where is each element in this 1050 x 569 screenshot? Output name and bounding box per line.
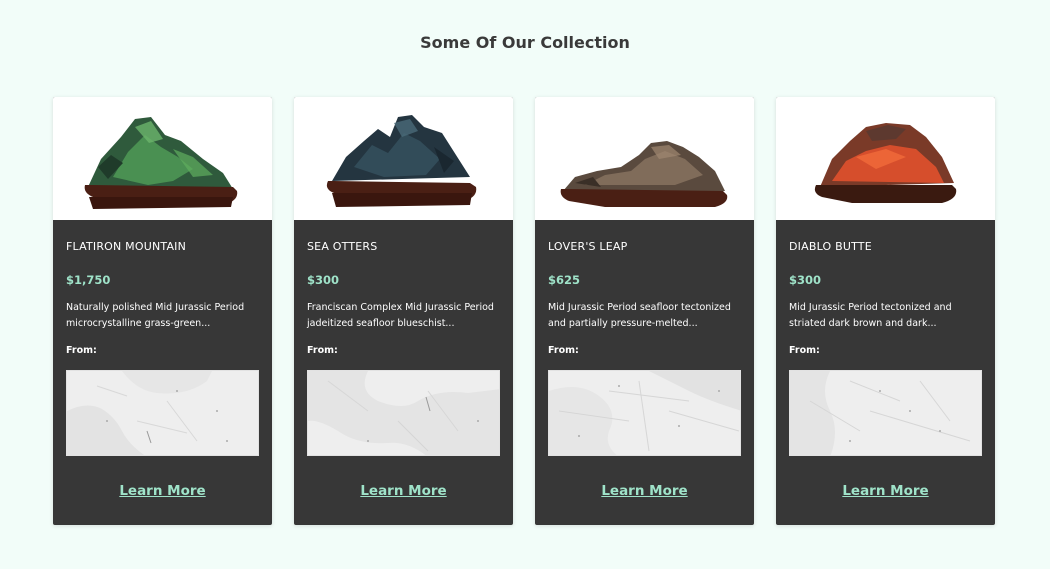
- product-image: [53, 97, 272, 220]
- origin-label: From:: [789, 345, 820, 356]
- product-description: Mid Jurassic Period tectonized and stria…: [789, 302, 952, 329]
- learn-more-link[interactable]: Learn More: [535, 483, 754, 499]
- origin-label: From:: [307, 345, 338, 356]
- origin-label: From:: [66, 345, 97, 356]
- origin-map[interactable]: [548, 370, 741, 456]
- product-image: [535, 97, 754, 220]
- product-image: [294, 97, 513, 220]
- product-name: DIABLO BUTTE: [789, 240, 872, 253]
- origin-label: From:: [548, 345, 579, 356]
- product-price: $625: [548, 273, 581, 287]
- learn-more-link[interactable]: Learn More: [294, 483, 513, 499]
- product-price: $300: [307, 273, 340, 287]
- product-description: Naturally polished Mid Jurassic Period m…: [66, 302, 245, 329]
- product-description: Mid Jurassic Period seafloor tectonized …: [548, 302, 731, 329]
- product-name: FLATIRON MOUNTAIN: [66, 240, 187, 253]
- product-name: LOVER'S LEAP: [548, 240, 628, 253]
- origin-map[interactable]: [307, 370, 500, 456]
- card-grid: FLATIRON MOUNTAIN $1,750 Naturally polis…: [53, 97, 995, 525]
- product-price: $1,750: [66, 273, 111, 287]
- origin-map[interactable]: [789, 370, 982, 456]
- product-card: LOVER'S LEAP $625 Mid Jurassic Period se…: [535, 97, 754, 525]
- product-card: DIABLO BUTTE $300 Mid Jurassic Period te…: [776, 97, 995, 525]
- product-image: [776, 97, 995, 220]
- product-description: Franciscan Complex Mid Jurassic Period j…: [307, 302, 494, 329]
- section-title: Some Of Our Collection: [420, 33, 630, 52]
- learn-more-link[interactable]: Learn More: [53, 483, 272, 499]
- collection-page: Some Of Our Collection FLATIRON MOUNTAIN…: [0, 0, 1050, 569]
- learn-more-link[interactable]: Learn More: [776, 483, 995, 499]
- product-price: $300: [789, 273, 822, 287]
- product-card: SEA OTTERS $300 Franciscan Complex Mid J…: [294, 97, 513, 525]
- origin-map[interactable]: [66, 370, 259, 456]
- product-card: FLATIRON MOUNTAIN $1,750 Naturally polis…: [53, 97, 272, 525]
- product-name: SEA OTTERS: [307, 240, 378, 253]
